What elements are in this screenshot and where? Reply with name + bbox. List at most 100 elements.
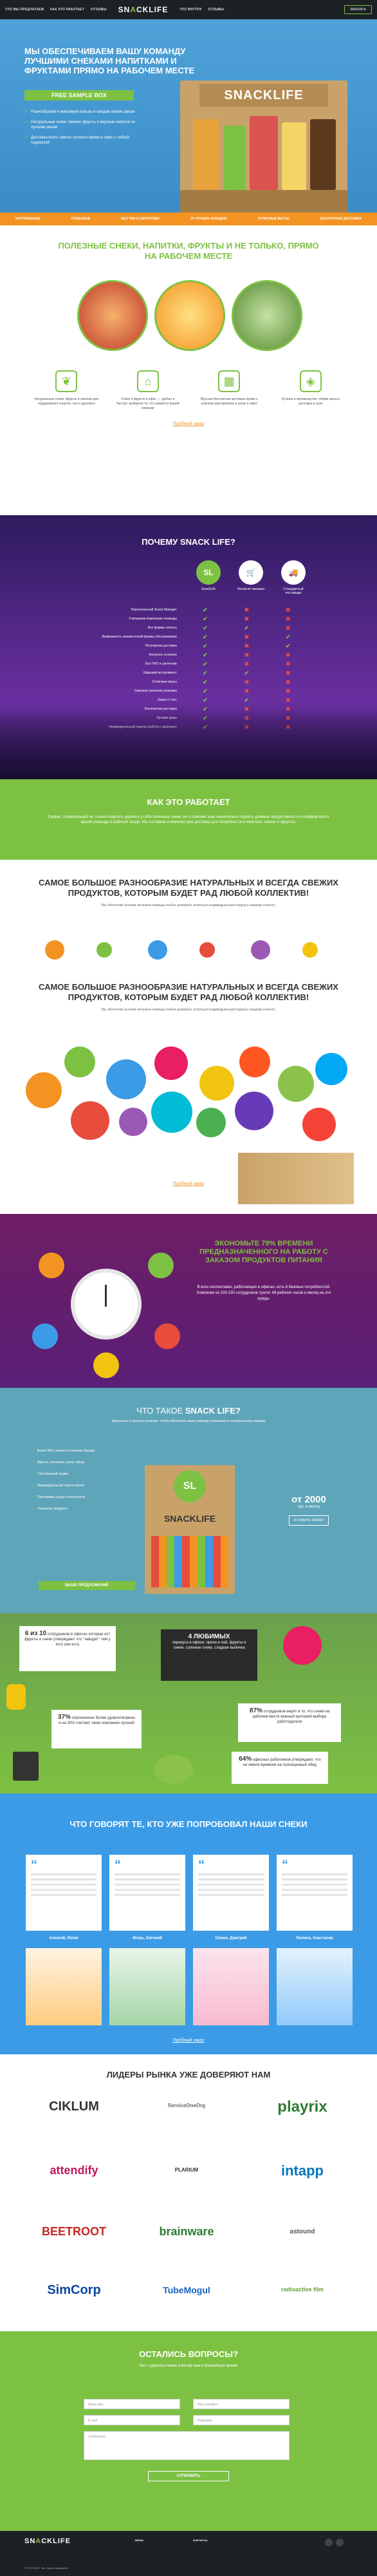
stat-card: 37% опрошенных более удовлетворены и на … xyxy=(51,1710,142,1748)
review-photo xyxy=(277,1948,353,2025)
section-title: ПОЛЕЗНЫЕ СНЕКИ, НАПИТКИ, ФРУКТЫ И НЕ ТОЛ… xyxy=(58,241,319,261)
review-card: “ xyxy=(26,1855,102,1931)
footer-logo[interactable]: SNACKLIFE xyxy=(24,2537,71,2545)
message-field[interactable]: Сообщение xyxy=(84,2431,290,2460)
salad-icon xyxy=(154,1755,193,1784)
snack-rows xyxy=(151,1536,228,1587)
col-snacklife: SL SnackLife xyxy=(193,560,224,595)
check-icon: ✔ xyxy=(203,678,208,685)
section-title: ЧТО ГОВОРЯТ ТЕ, КТО УЖЕ ПОПРОБОВАЛ НАШИ … xyxy=(69,1819,308,1829)
time-saving-section: ЭКОНОМЬТЕ 79% ВРЕМЕНИ ПРЕДНАЗНАЧЕННОГО Н… xyxy=(0,1214,377,1388)
client-logo: brainware xyxy=(159,2225,214,2238)
top-nav: ЧТО МЫ ПРЕДЛАГАЕМ КАК ЭТО РАБОТАЕТ ОТЗЫВ… xyxy=(0,0,377,19)
comparison-header: SL SnackLife 🛒 Интернет-магазин 🚚 Стандартн… xyxy=(193,560,309,595)
trial-order-link[interactable]: Пробный заказ xyxy=(0,422,377,426)
city-skyline xyxy=(0,708,377,779)
time-title: ЭКОНОМЬТЕ 79% ВРЕМЕНИ ПРЕДНАЗНАЧЕННОГО Н… xyxy=(199,1240,328,1264)
check-icon: ✔ xyxy=(203,615,208,622)
free-sample-button[interactable]: FREE SAMPLE BOX xyxy=(24,90,134,100)
company-field[interactable]: Компания xyxy=(193,2415,290,2425)
check-icon: ✔ xyxy=(244,696,250,703)
tag-icon: ◈ xyxy=(299,370,322,392)
trial-order-link[interactable]: Пробный заказ xyxy=(0,1182,377,1186)
comparison-row: Все формы оплаты ✔ ✔ ✖ xyxy=(39,623,309,632)
contact-sub: Мы с удовольствием ответим вам в ближайш… xyxy=(140,2364,237,2368)
snacklife-logo-icon: SL xyxy=(174,1470,206,1502)
product-bubble xyxy=(278,1066,314,1102)
cross-icon: ✖ xyxy=(286,678,291,685)
cross-icon: ✖ xyxy=(286,606,291,613)
client-logo: astound xyxy=(290,2228,315,2235)
check-icon: ✔ xyxy=(244,624,250,631)
product-bubble xyxy=(315,1053,347,1085)
section-title: КАК ЭТО РАБОТАЕТ xyxy=(147,797,230,807)
footer: SNACKLIFE МЕНЮ КОНТАКТЫ © 2017-2018 · Вс… xyxy=(0,2531,377,2576)
snacklife-logo-icon: SL xyxy=(196,560,221,585)
nav-item-how[interactable]: КАК ЭТО РАБОТАЕТ xyxy=(50,8,84,12)
comparison-row: Учитываем пожелания команды ✔ ✖ ✖ xyxy=(39,614,309,623)
phone-field[interactable]: Ваш телефон xyxy=(193,2399,290,2409)
calendar-icon: ▦ xyxy=(218,370,241,392)
cross-icon: ✖ xyxy=(286,696,291,703)
leave-request-button[interactable]: ОСТАВИТЬ ЗАЯВКУ xyxy=(289,1515,329,1526)
snack-pack xyxy=(250,116,278,190)
time-text: В всех коллективах, работающих в офисах,… xyxy=(196,1285,331,1301)
instagram-icon[interactable] xyxy=(336,2539,344,2546)
variety-bubbles-section: САМОЕ БОЛЬШОЕ РАЗНООБРАЗИЕ НАТУРАЛЬНЫХ И… xyxy=(0,969,377,1214)
product-bubble xyxy=(302,1108,336,1141)
logo[interactable]: SNACKLIFE xyxy=(118,5,169,14)
comparison-row: Широкий ассортимент ✔ ✔ ✖ xyxy=(39,668,309,677)
reviewer-name: Игорь, Евгений xyxy=(133,1937,162,1940)
snacks-photo xyxy=(77,280,148,351)
order-button[interactable]: ЗАКАЗАТЬ xyxy=(344,5,372,14)
phone-icon xyxy=(13,1752,39,1781)
hero-bullet: Доставка всего самого лучшего прямо в оф… xyxy=(24,135,140,146)
client-logo: intapp xyxy=(281,2163,324,2179)
client-logo: attendify xyxy=(50,2164,98,2177)
product-bubble xyxy=(154,1046,188,1080)
trial-order-link[interactable]: Пробный заказ xyxy=(0,2038,377,2043)
nav-item-reviews[interactable]: ОТЗЫВЫ xyxy=(91,8,107,12)
check-icon: ✔ xyxy=(203,651,208,658)
client-logo: TubeMogul xyxy=(163,2285,210,2295)
product-dot xyxy=(302,942,318,958)
section-title: ОСТАЛИСЬ ВОПРОСЫ? xyxy=(139,2349,238,2359)
name-field[interactable]: Ваше имя xyxy=(84,2399,180,2409)
check-icon: ✔ xyxy=(203,669,208,676)
benefit-label: БЕСПЛАТНАЯ ДОСТАВКА xyxy=(320,217,362,221)
what-is-section: ЧТО ТАКОЕ SNACK LIFE? Идеальное и просто… xyxy=(0,1388,377,1613)
nav-item-inside[interactable]: ЧТО ВНУТРИ xyxy=(179,8,201,12)
offer-button[interactable]: ВАШЕ ПРЕДЛОЖЕНИЕ xyxy=(39,1581,135,1590)
product-bubble xyxy=(119,1108,147,1136)
cross-icon: ✖ xyxy=(244,678,250,685)
cross-icon: ✖ xyxy=(286,660,291,667)
stat-card: 64% офисных работников утверждают, что н… xyxy=(232,1752,328,1784)
comparison-label: Без ГМО и синтетики xyxy=(145,662,177,666)
box-label: SNACKLIFE xyxy=(199,84,328,107)
box-front xyxy=(180,190,347,213)
comparison-label: Учитываем пожелания команды xyxy=(129,617,177,621)
client-logo: BEETROOT xyxy=(41,2225,106,2238)
email-field[interactable]: E-mail xyxy=(84,2415,180,2425)
cross-icon: ✖ xyxy=(286,669,291,676)
review-photo xyxy=(26,1948,102,2025)
cross-icon: ✖ xyxy=(286,687,291,694)
facebook-icon[interactable] xyxy=(325,2539,333,2546)
feature-list: ❦ Натуральные снеки, фрукты и напитки для… xyxy=(0,370,377,411)
check-icon: ✔ xyxy=(203,633,208,640)
feature-item: ⌂ Снеки и фрукты в офис — удобно и быстро… xyxy=(116,370,180,411)
footer-menu-title: МЕНЮ xyxy=(135,2539,144,2542)
send-button[interactable]: ОТПРАВИТЬ xyxy=(148,2471,229,2481)
feature-item: ❦ Натуральные снеки, фрукты и напитки для… xyxy=(34,370,98,411)
contact-section: ОСТАЛИСЬ ВОПРОСЫ? Мы с удовольствием отв… xyxy=(0,2331,377,2531)
variety-sub: Мы обеспечим лучшим питанием команды люб… xyxy=(101,904,276,907)
cross-icon: ✖ xyxy=(244,642,250,649)
comparison-label: Сменная полезная упаковка xyxy=(134,689,177,693)
nav-item-offer[interactable]: ЧТО МЫ ПРЕДЛАГАЕМ xyxy=(5,8,44,12)
comparison-label: Заказ от 1шт xyxy=(157,698,177,702)
comparison-label: Персональный Snack Manager xyxy=(131,608,177,612)
snack-pack xyxy=(193,119,219,190)
fruit-photo xyxy=(154,280,225,351)
benefit-label: ОТЛИЧНЫЕ ВКУСЫ xyxy=(257,217,290,221)
nav-item-reviews-2[interactable]: ОТЗЫВЫ xyxy=(208,8,224,12)
